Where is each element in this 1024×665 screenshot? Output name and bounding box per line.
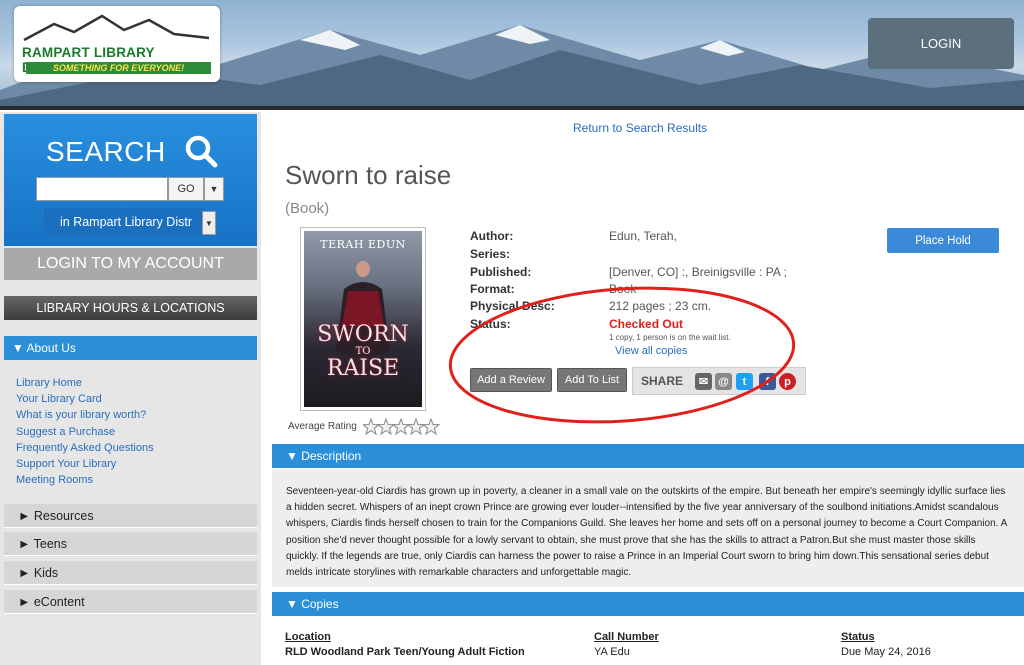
copies-header[interactable]: ▼ Copies xyxy=(272,592,1024,616)
author-label: Author: xyxy=(470,229,514,243)
go-button[interactable]: GO xyxy=(168,177,204,201)
logo-mountains-icon xyxy=(23,14,210,42)
book-cover[interactable]: TERAH EDUN SWORN TO RAISE xyxy=(300,227,426,411)
search-scope-select[interactable]: in Rampart Library Distr xyxy=(44,208,204,236)
library-logo[interactable]: RAMPART LIBRARY DISTRICT SOMETHING FOR E… xyxy=(14,6,220,82)
caret-down-icon: ▼ xyxy=(209,184,219,194)
cover-image: TERAH EDUN SWORN TO RAISE xyxy=(304,231,422,407)
site-header: RAMPART LIBRARY DISTRICT SOMETHING FOR E… xyxy=(0,0,1024,110)
copy-call-number: YA Edu xyxy=(594,646,630,658)
category-teens[interactable]: ► Teens xyxy=(4,532,257,556)
library-hours-button[interactable]: LIBRARY HOURS & LOCATIONS xyxy=(4,296,257,320)
star-rating[interactable] xyxy=(363,418,441,436)
about-link[interactable]: Your Library Card xyxy=(16,391,154,407)
series-label: Series: xyxy=(470,247,511,261)
logo-tagline: SOMETHING FOR EVERYONE! xyxy=(26,62,211,74)
format-type: (Book) xyxy=(285,200,330,217)
copies-col-call-number[interactable]: Call Number xyxy=(594,631,659,643)
copies-col-location[interactable]: Location xyxy=(285,631,331,643)
category-kids[interactable]: ► Kids xyxy=(4,561,257,585)
description-header[interactable]: ▼ Description xyxy=(272,444,1024,468)
about-us-header[interactable]: ▼ About Us xyxy=(4,336,257,360)
search-title: SEARCH xyxy=(46,136,166,167)
star-icon xyxy=(376,418,396,436)
scope-dropdown-button[interactable]: ▼ xyxy=(202,211,216,235)
about-links: Library Home Your Library Card What is y… xyxy=(16,375,154,488)
copy-location: RLD Woodland Park Teen/Young Adult Ficti… xyxy=(285,646,525,658)
login-account-button[interactable]: LOGIN TO MY ACCOUNT xyxy=(4,248,257,280)
copies-col-status[interactable]: Status xyxy=(841,631,875,643)
star-icon xyxy=(363,418,381,436)
login-button[interactable]: LOGIN xyxy=(868,18,1014,69)
about-link[interactable]: Frequently Asked Questions xyxy=(16,440,154,456)
star-icon xyxy=(391,418,411,436)
about-link[interactable]: What is your library worth? xyxy=(16,407,154,423)
search-type-dropdown[interactable]: ▼ xyxy=(204,177,224,201)
average-rating-label: Average Rating xyxy=(288,421,357,432)
cover-title-line: SWORN xyxy=(317,322,409,347)
about-link[interactable]: Meeting Rooms xyxy=(16,472,154,488)
about-link[interactable]: Support Your Library xyxy=(16,456,154,472)
description-text: Seventeen-year-old Ciardis has grown up … xyxy=(272,469,1024,587)
star-icon xyxy=(406,418,426,436)
author-link[interactable]: Edun, Terah, xyxy=(609,229,677,243)
category-resources[interactable]: ► Resources xyxy=(4,504,257,528)
search-input[interactable] xyxy=(36,177,168,201)
return-to-results-link[interactable]: Return to Search Results xyxy=(573,121,707,135)
cover-title: SWORN TO RAISE xyxy=(304,323,422,381)
chevron-down-icon: ▼ xyxy=(205,218,213,228)
star-icon xyxy=(421,418,441,436)
annotation-ellipse xyxy=(448,286,796,424)
about-link[interactable]: Suggest a Purchase xyxy=(16,424,154,440)
search-icon xyxy=(185,135,218,168)
page-title: Sworn to raise xyxy=(285,160,452,190)
header-divider xyxy=(0,106,1024,110)
published-value: [Denver, CO] :, Breinigsville : PA ; xyxy=(609,265,787,279)
search-panel: SEARCH GO ▼ in Rampart Library Distr ▼ xyxy=(4,114,257,246)
about-link[interactable]: Library Home xyxy=(16,375,154,391)
category-econtent[interactable]: ► eContent xyxy=(4,590,257,614)
place-hold-button[interactable]: Place Hold xyxy=(887,228,999,253)
cover-title-line: RAISE xyxy=(326,356,400,381)
published-label: Published: xyxy=(470,265,532,279)
sidebar: SEARCH GO ▼ in Rampart Library Distr ▼ L… xyxy=(0,112,261,665)
copy-status: Due May 24, 2016 xyxy=(841,646,931,658)
